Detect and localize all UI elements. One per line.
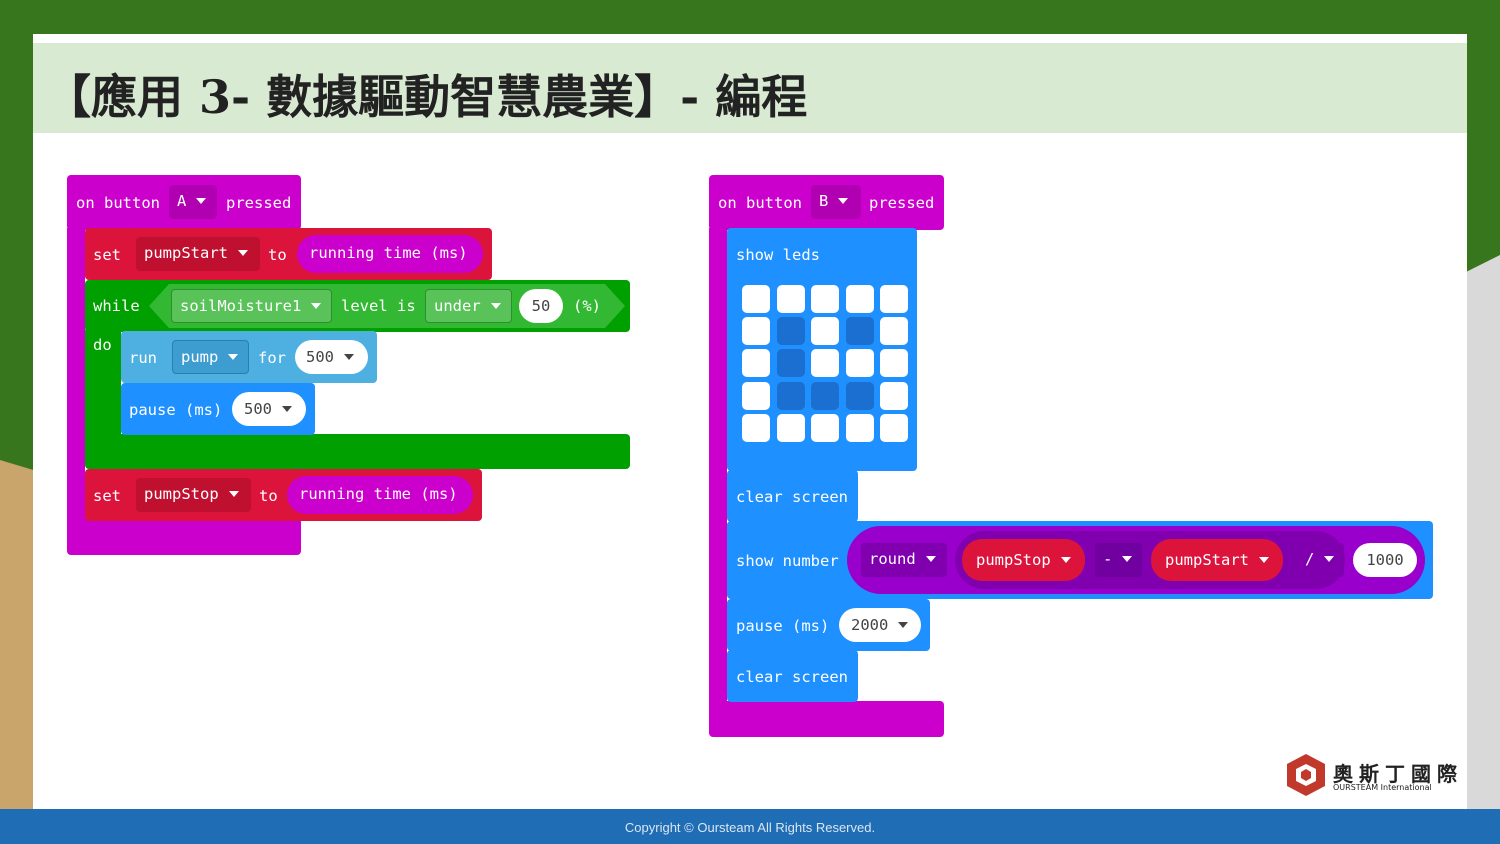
running-time-reporter[interactable]: running time (ms) [287,476,473,514]
set-label: set [93,487,121,505]
chevron-down-icon [1060,556,1071,563]
chevron-down-icon [282,405,292,412]
chevron-down-icon [196,197,207,204]
led-cell[interactable] [742,285,770,313]
led-cell[interactable] [776,317,805,346]
led-cell[interactable] [811,317,839,346]
led-cell[interactable] [880,317,908,346]
led-cell[interactable] [845,285,874,313]
for-label: for [258,349,286,367]
sensor-dropdown[interactable]: soilMoisture1 [171,289,332,323]
running-time-reporter[interactable]: running time (ms) [297,235,483,273]
to-label: to [259,487,278,505]
event-label-on: on button [718,194,802,212]
pause-label: pause (ms) [129,401,223,419]
comparison-dropdown[interactable]: under [425,289,512,323]
led-cell[interactable] [742,349,770,378]
while-label: while [93,297,140,315]
pause-input[interactable]: 500 [232,392,306,426]
led-cell[interactable] [880,413,908,442]
duration-input[interactable]: 500 [295,340,368,374]
event-label-pressed: pressed [226,194,292,212]
led-cell[interactable] [776,381,805,410]
level-is-label: level is [341,297,416,315]
led-cell[interactable] [742,317,770,346]
clear-screen-label: clear screen [736,488,848,506]
page-title: 【應用 3- 數據驅動智慧農業】- 編程 [45,70,808,124]
threshold-input[interactable]: 50 [519,289,563,323]
chevron-down-icon [838,197,849,204]
math-function-dropdown[interactable]: round [861,543,947,577]
show-number-label: show number [736,552,839,570]
footer-bar: Copyright © Oursteam All Rights Reserved… [0,809,1500,844]
clear-screen-label: clear screen [736,668,848,686]
chevron-down-icon [311,302,322,309]
run-label: run [129,349,157,367]
variable-dropdown-pumpstart[interactable]: pumpStart [136,237,260,271]
event-label-on: on button [76,194,160,212]
logo-name-en: OURSTEAM International [1333,783,1432,792]
divisor-input[interactable]: 1000 [1353,543,1417,577]
pumpstart-variable[interactable]: pumpStart [1151,539,1283,581]
led-cell[interactable] [776,413,805,442]
led-cell[interactable] [880,381,908,410]
event-body-a [67,228,85,538]
led-cell[interactable] [845,317,874,346]
operator-dropdown-minus[interactable]: - [1095,543,1142,577]
chevron-down-icon [898,621,909,628]
chevron-down-icon [228,353,239,360]
chevron-down-icon [1324,555,1335,562]
chevron-down-icon [925,555,936,562]
pumpstop-variable[interactable]: pumpStop [962,539,1085,581]
button-dropdown-a[interactable]: A [169,185,217,219]
event-foot-b [709,701,944,737]
pause-input[interactable]: 2000 [839,608,921,642]
led-cell[interactable] [811,285,839,313]
chevron-down-icon [228,490,239,497]
event-body-b [709,228,727,718]
device-dropdown[interactable]: pump [172,340,249,374]
led-cell[interactable] [845,349,874,378]
led-cell[interactable] [811,413,839,442]
led-cell[interactable] [845,413,874,442]
led-cell[interactable] [742,413,770,442]
chevron-down-icon [490,302,501,309]
pause-label: pause (ms) [736,617,830,635]
oursteam-logo-icon [1287,754,1325,796]
operator-dropdown-divide[interactable]: / [1297,543,1344,577]
unit-label: (%) [573,297,601,315]
button-dropdown-b[interactable]: B [811,185,861,219]
led-cell[interactable] [845,381,874,410]
copyright-text: Copyright © Oursteam All Rights Reserved… [624,820,876,835]
led-cell[interactable] [811,349,839,378]
led-cell[interactable] [880,349,908,378]
do-label: do [93,336,112,354]
led-cell[interactable] [742,381,770,410]
led-cell[interactable] [811,381,839,410]
led-cell[interactable] [880,285,908,313]
while-foot [85,434,630,469]
chevron-down-icon [344,353,354,360]
led-cell[interactable] [776,349,805,378]
led-cell[interactable] [776,285,805,313]
event-label-pressed: pressed [869,194,935,212]
chevron-down-icon [1122,555,1133,562]
event-foot-a [67,518,301,555]
show-leds-label: show leds [736,246,820,264]
variable-dropdown-pumpstop[interactable]: pumpStop [136,478,251,512]
title-bar: 【應用 3- 數據驅動智慧農業】- 編程 [33,43,1467,133]
chevron-down-icon [238,249,248,256]
set-label: set [93,246,121,264]
chevron-down-icon [1259,556,1269,563]
to-label: to [268,246,287,264]
